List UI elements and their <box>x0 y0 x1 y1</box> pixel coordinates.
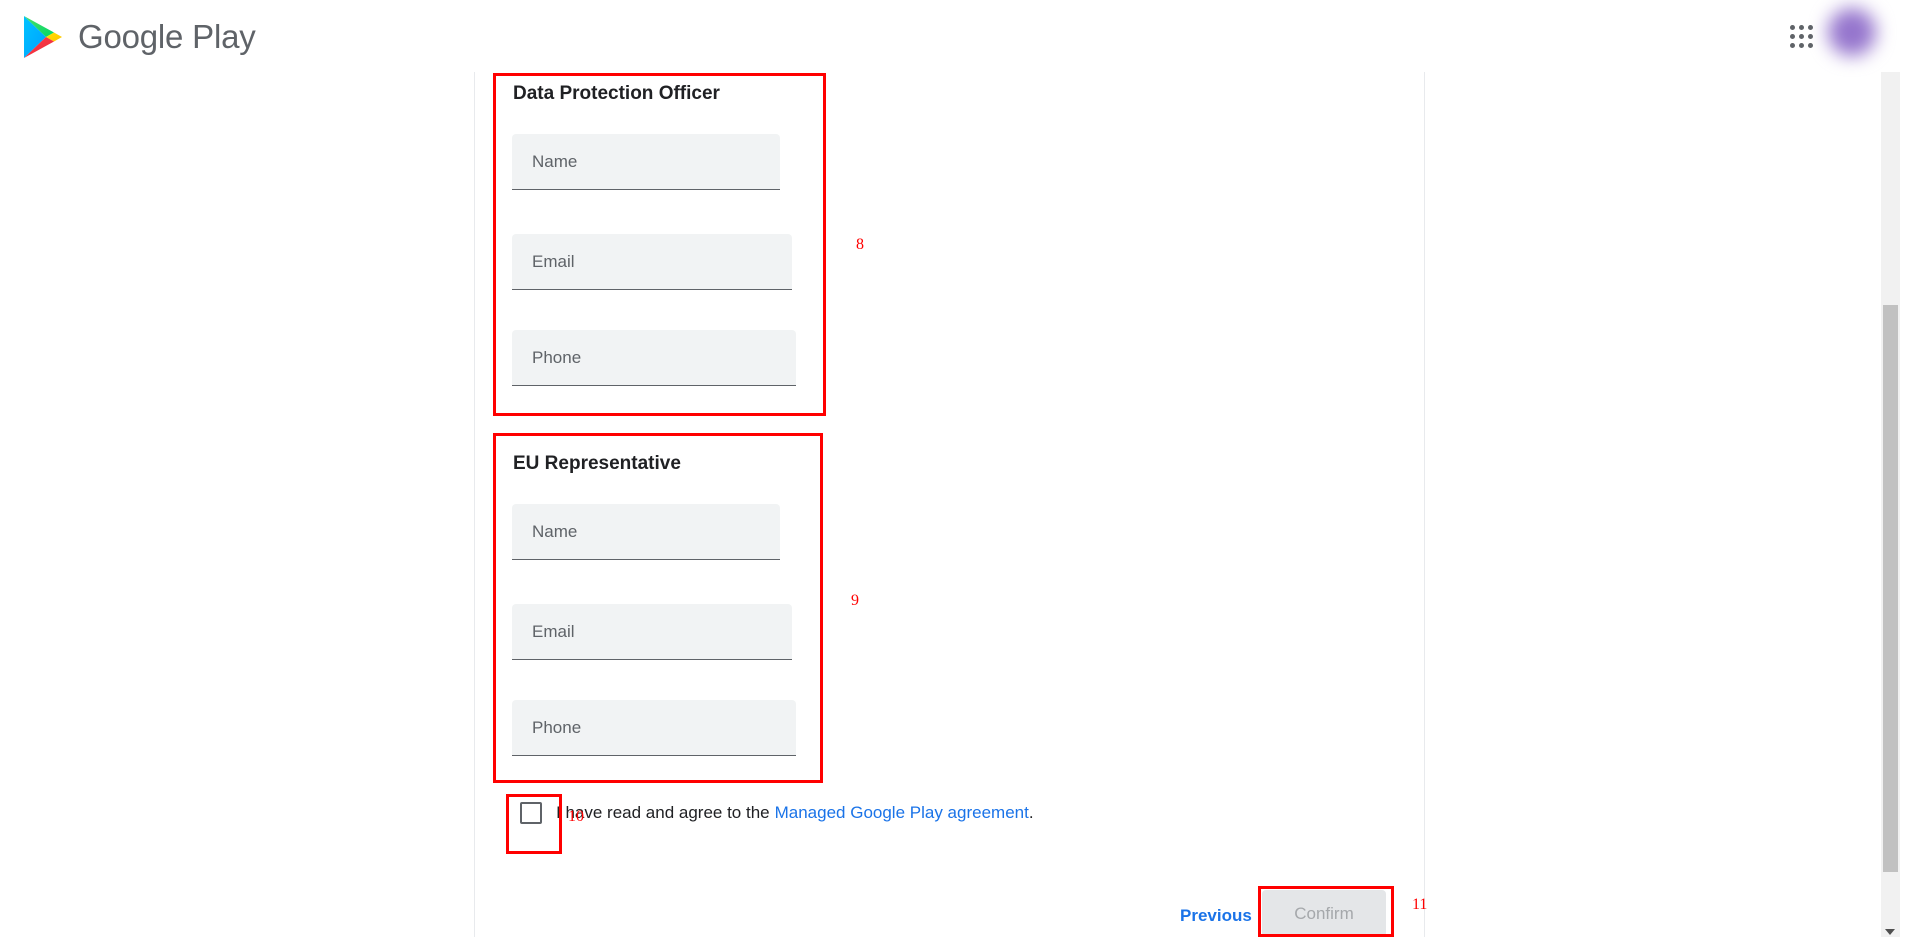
annotation-number-11: 11 <box>1412 896 1428 913</box>
brand-name: Google Play <box>78 18 256 55</box>
agreement-text: I have read and agree to the Managed Goog… <box>556 803 1034 823</box>
scrollbar-thumb[interactable] <box>1883 305 1898 872</box>
field-eurep-name[interactable]: Name <box>512 504 780 560</box>
agreement-trailing: . <box>1028 803 1034 822</box>
confirm-button[interactable]: Confirm <box>1262 890 1386 937</box>
section-title-dpo: Data Protection Officer <box>513 83 720 104</box>
section-title-eurep: EU Representative <box>513 453 681 474</box>
divider-left <box>474 72 475 937</box>
google-play-triangle-icon <box>24 16 62 58</box>
field-dpo-email[interactable]: Email <box>512 234 792 290</box>
avatar[interactable] <box>1828 8 1876 56</box>
scroll-down-arrow-icon[interactable] <box>1885 929 1895 935</box>
app-header: Google Play <box>0 0 1900 72</box>
field-dpo-phone[interactable]: Phone <box>512 330 796 386</box>
page-content: Google Play Data Protection Officer Name… <box>0 0 1900 937</box>
divider-right <box>1424 72 1425 937</box>
dpo-name-input[interactable] <box>512 134 780 189</box>
previous-button[interactable]: Previous <box>1180 906 1252 926</box>
annotation-number-8: 8 <box>856 236 864 253</box>
agreement-row: I have read and agree to the Managed Goog… <box>520 802 1034 824</box>
eurep-email-input[interactable] <box>512 604 792 659</box>
agreement-label: I have read and agree to the <box>556 803 770 822</box>
dpo-email-input[interactable] <box>512 234 792 289</box>
managed-google-play-agreement-link[interactable]: Managed Google Play agreement <box>775 803 1029 822</box>
field-eurep-email[interactable]: Email <box>512 604 792 660</box>
field-eurep-phone[interactable]: Phone <box>512 700 796 756</box>
agreement-checkbox[interactable] <box>520 802 542 824</box>
annotation-number-9: 9 <box>851 592 859 609</box>
field-dpo-name[interactable]: Name <box>512 134 780 190</box>
eurep-phone-input[interactable] <box>512 700 796 755</box>
dpo-phone-input[interactable] <box>512 330 796 385</box>
apps-grid-icon[interactable] <box>1785 20 1817 52</box>
brand-logo[interactable]: Google Play <box>22 14 256 60</box>
vertical-scrollbar[interactable] <box>1881 72 1900 937</box>
eurep-name-input[interactable] <box>512 504 780 559</box>
